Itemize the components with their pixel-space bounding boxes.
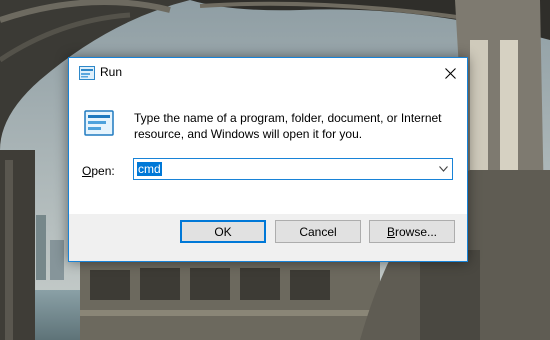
window-title: Run	[100, 65, 123, 79]
cancel-button-label: Cancel	[299, 224, 337, 239]
run-icon	[79, 66, 95, 80]
run-dialog: Run Type the name of a program, folder, …	[68, 57, 468, 262]
open-input[interactable]: cmd	[137, 162, 162, 176]
close-icon	[444, 67, 456, 79]
dialog-description: Type the name of a program, folder, docu…	[134, 111, 442, 141]
browse-button-label: rowse...	[395, 224, 438, 239]
browse-button[interactable]: Browse...	[369, 220, 455, 243]
run-icon	[84, 110, 114, 136]
title-bar[interactable]: Run	[69, 58, 467, 88]
ok-button[interactable]: OK	[180, 220, 266, 243]
open-label: Open:	[82, 164, 115, 178]
close-button[interactable]	[433, 58, 467, 88]
dialog-content: Type the name of a program, folder, docu…	[69, 88, 467, 214]
open-combobox[interactable]: cmd	[133, 158, 453, 180]
dropdown-button[interactable]	[434, 159, 452, 179]
open-label-accelerator: O	[82, 164, 92, 178]
open-label-text: pen:	[91, 164, 115, 178]
chevron-down-icon	[438, 166, 448, 172]
ok-button-label: OK	[214, 224, 232, 239]
cancel-button[interactable]: Cancel	[275, 220, 361, 243]
browse-button-accelerator: B	[386, 224, 395, 239]
